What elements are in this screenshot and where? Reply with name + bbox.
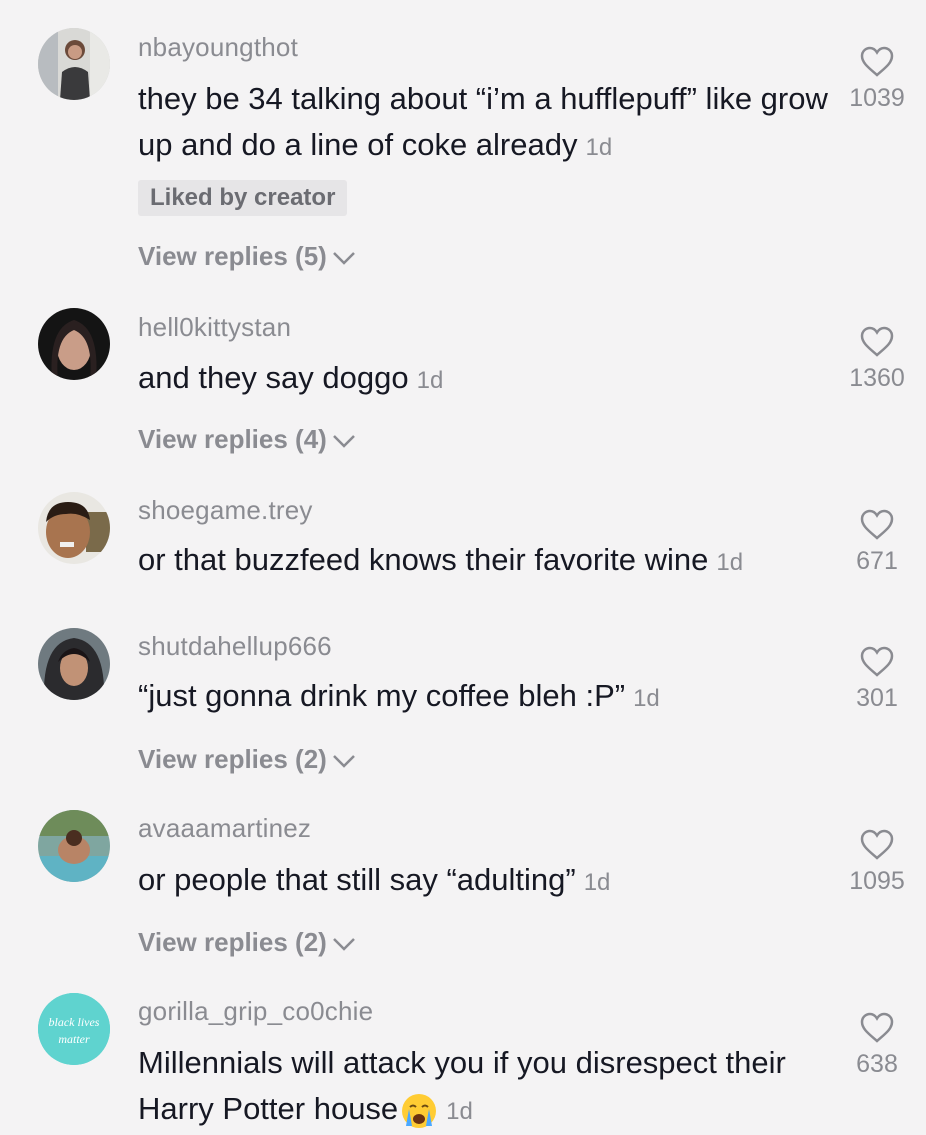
comment-body: or people that still say “adulting”: [138, 862, 576, 897]
comment-username[interactable]: gorilla_grip_co0chie: [138, 996, 373, 1027]
view-replies-label: View replies (2): [138, 744, 327, 774]
like-count: 671: [856, 547, 898, 575]
like-button[interactable]: 1039: [832, 46, 922, 113]
like-button[interactable]: 671: [832, 509, 922, 576]
like-count: 1360: [849, 364, 905, 392]
avatar[interactable]: [38, 810, 110, 882]
comment-time: 1d: [583, 869, 611, 896]
comment-time: 1d: [416, 367, 444, 394]
avatar[interactable]: [38, 28, 110, 100]
like-count: 1039: [849, 84, 905, 112]
comment-time: 1d: [446, 1098, 473, 1125]
comment-username[interactable]: avaaamartinez: [138, 813, 311, 844]
comment-text: or people that still say “adulting” 1d: [138, 857, 828, 906]
comment-body: and they say doggo: [138, 360, 409, 395]
view-replies-button[interactable]: View replies (2): [138, 744, 357, 775]
comment-time: 1d: [716, 549, 744, 576]
chevron-down-icon: [332, 435, 355, 448]
comment-time: 1d: [633, 685, 660, 712]
comment-text: “just gonna drink my coffee bleh :P” 1d: [138, 673, 828, 722]
comment-text: or that buzzfeed knows their favorite wi…: [138, 537, 828, 586]
avatar-text-line-2: matter: [58, 1032, 90, 1046]
crying-face-emoji-icon: [402, 1093, 437, 1128]
view-replies-button[interactable]: View replies (4): [138, 424, 357, 455]
comment-username[interactable]: shoegame.trey: [138, 495, 313, 526]
comment-username[interactable]: nbayoungthot: [138, 32, 298, 63]
heart-icon: [860, 829, 894, 860]
comment-username[interactable]: shutdahellup666: [138, 631, 332, 662]
view-replies-label: View replies (5): [138, 241, 327, 271]
view-replies-button[interactable]: View replies (5): [138, 241, 357, 272]
avatar[interactable]: black lives matter: [38, 993, 110, 1065]
like-count: 301: [856, 684, 898, 712]
heart-icon: [860, 1012, 894, 1043]
avatar[interactable]: [38, 308, 110, 380]
comment-text: and they say doggo 1d: [138, 355, 828, 404]
like-button[interactable]: 301: [832, 646, 922, 713]
heart-icon: [860, 646, 894, 677]
comment-text: they be 34 talking about “i’m a hufflepu…: [138, 76, 828, 171]
comment-body: or that buzzfeed knows their favorite wi…: [138, 542, 709, 577]
view-replies-button[interactable]: View replies (2): [138, 927, 357, 958]
view-replies-label: View replies (4): [138, 424, 327, 454]
like-button[interactable]: 1360: [832, 326, 922, 393]
chevron-down-icon: [332, 252, 355, 265]
liked-by-creator-badge: Liked by creator: [138, 180, 348, 216]
comment-time: 1d: [585, 134, 613, 161]
comment-body: “just gonna drink my coffee bleh :P”: [138, 678, 626, 713]
like-count: 638: [856, 1050, 898, 1078]
avatar[interactable]: [38, 492, 110, 564]
chevron-down-icon: [332, 755, 355, 768]
comment-body: they be 34 talking about “i’m a hufflepu…: [138, 81, 828, 162]
avatar-text-line-1: black lives: [49, 1015, 100, 1029]
like-button[interactable]: 638: [832, 1012, 922, 1079]
like-button[interactable]: 1095: [832, 829, 922, 896]
comment-text: Millennials will attack you if you disre…: [138, 1040, 788, 1135]
heart-icon: [860, 326, 894, 357]
heart-icon: [860, 509, 894, 540]
like-count: 1095: [849, 867, 905, 895]
chevron-down-icon: [332, 938, 355, 951]
avatar[interactable]: [38, 628, 110, 700]
comment-username[interactable]: hell0kittystan: [138, 312, 291, 343]
view-replies-label: View replies (2): [138, 927, 327, 957]
heart-icon: [860, 46, 894, 77]
